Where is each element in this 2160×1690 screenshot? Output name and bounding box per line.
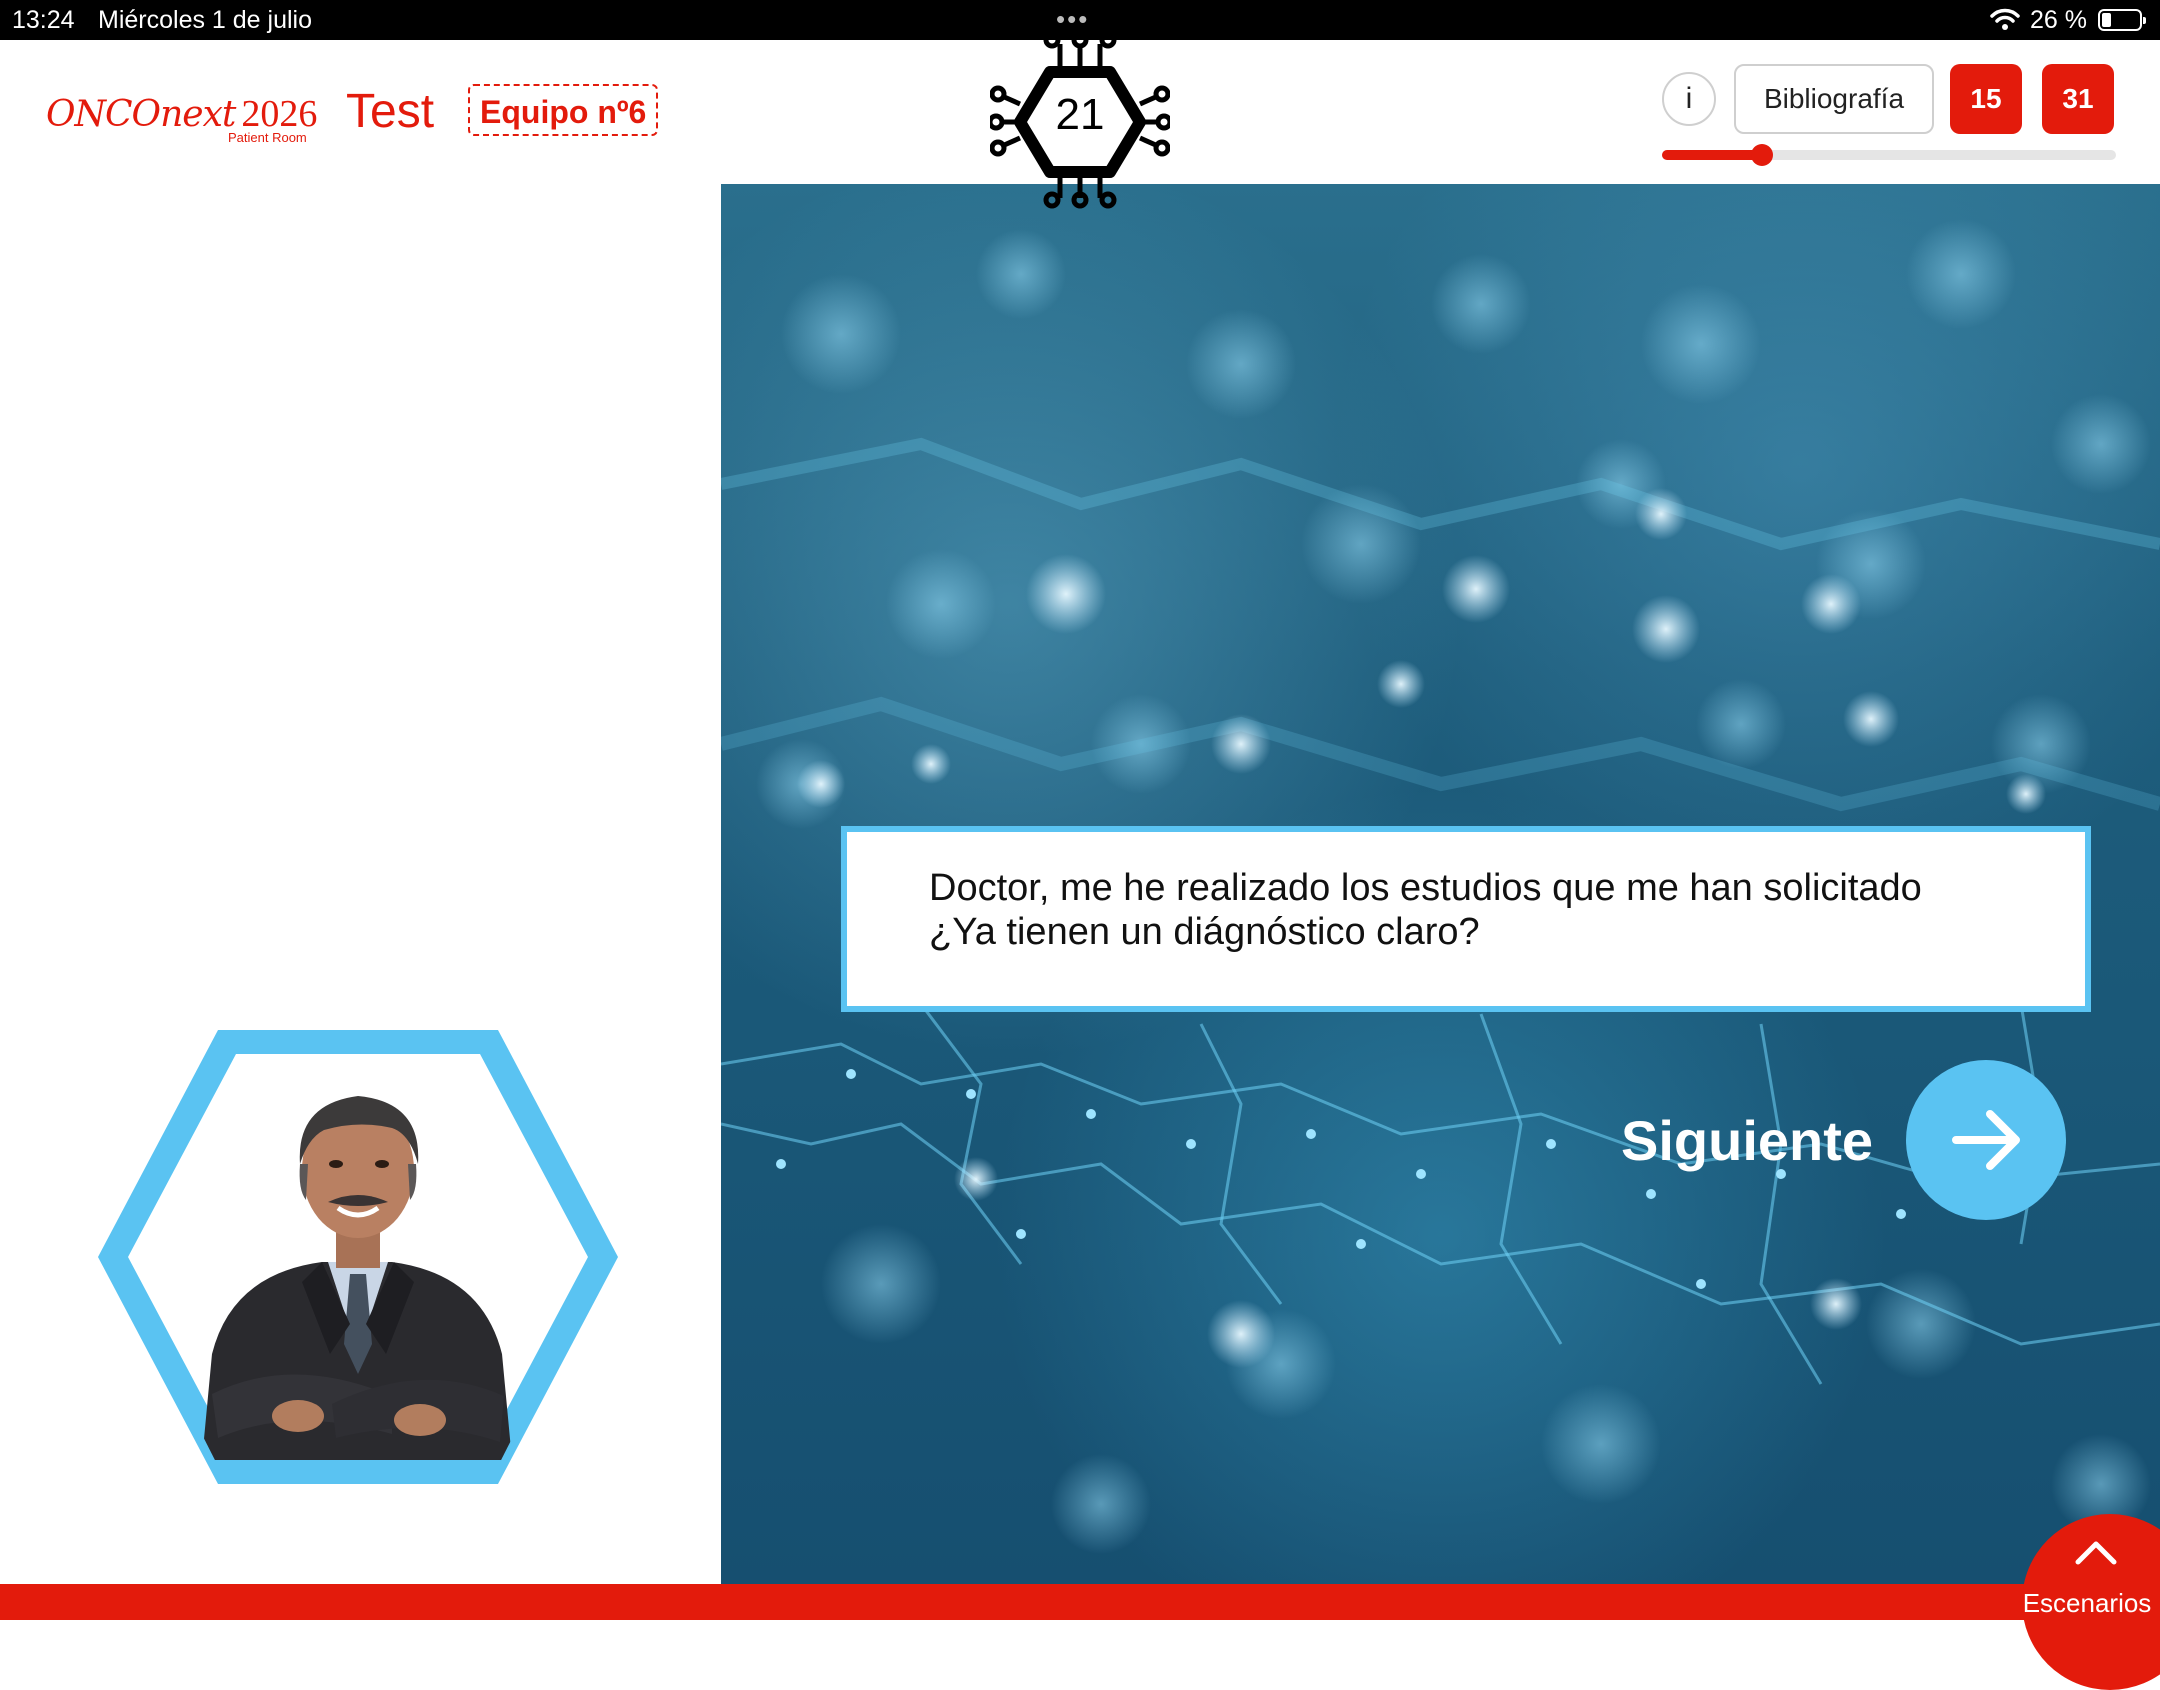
team-badge: Equipo nº6: [468, 84, 659, 136]
page-title: Test: [346, 85, 435, 138]
dialog-text: Doctor, me he realizado los estudios que…: [929, 866, 2029, 954]
wifi-icon: [1990, 8, 2020, 39]
arrow-right-icon: [1952, 1110, 2020, 1170]
next-button[interactable]: [1906, 1060, 2066, 1220]
info-button[interactable]: i: [1662, 72, 1716, 126]
patient-portrait: [98, 1030, 618, 1484]
bibliography-button[interactable]: Bibliografía: [1734, 64, 1934, 134]
patient-avatar: [92, 1024, 628, 1490]
logo-year: 2026: [241, 93, 318, 135]
next-label[interactable]: Siguiente: [1621, 1108, 1873, 1173]
step-number: 21: [1055, 90, 1105, 139]
dialog-box: Doctor, me he realizado los estudios que…: [841, 826, 2091, 1012]
dialog-line-2: ¿Ya tienen un diágnóstico claro?: [929, 911, 1480, 953]
scene-background: Doctor, me he realizado los estudios que…: [721, 184, 2160, 1584]
progress-bar: [1662, 144, 2116, 166]
progress-fill: [1662, 150, 1762, 160]
progress-knob[interactable]: [1750, 144, 1773, 166]
step-counter: 21: [987, 31, 1173, 214]
multitask-dots-icon[interactable]: •••: [1056, 4, 1089, 35]
status-time: 13:24: [12, 6, 75, 34]
chevron-up-icon: [2075, 1541, 2117, 1565]
score-badge-1[interactable]: 15: [1950, 64, 2022, 134]
status-date: Miércoles 1 de julio: [98, 6, 312, 34]
dialog-line-1: Doctor, me he realizado los estudios que…: [929, 867, 1922, 909]
battery-percentage: 26 %: [2030, 6, 2087, 34]
battery-icon: [2098, 9, 2146, 31]
score-badge-2[interactable]: 31: [2042, 64, 2114, 134]
brand-logo: ONCOnext 2026 Patient Room: [46, 92, 318, 145]
scenarios-label: Escenarios: [2022, 1588, 2152, 1618]
logo-wordmark: ONCOnext: [46, 94, 236, 135]
logo-subtitle: Patient Room: [228, 130, 307, 145]
bottom-bar: [0, 1584, 2160, 1620]
